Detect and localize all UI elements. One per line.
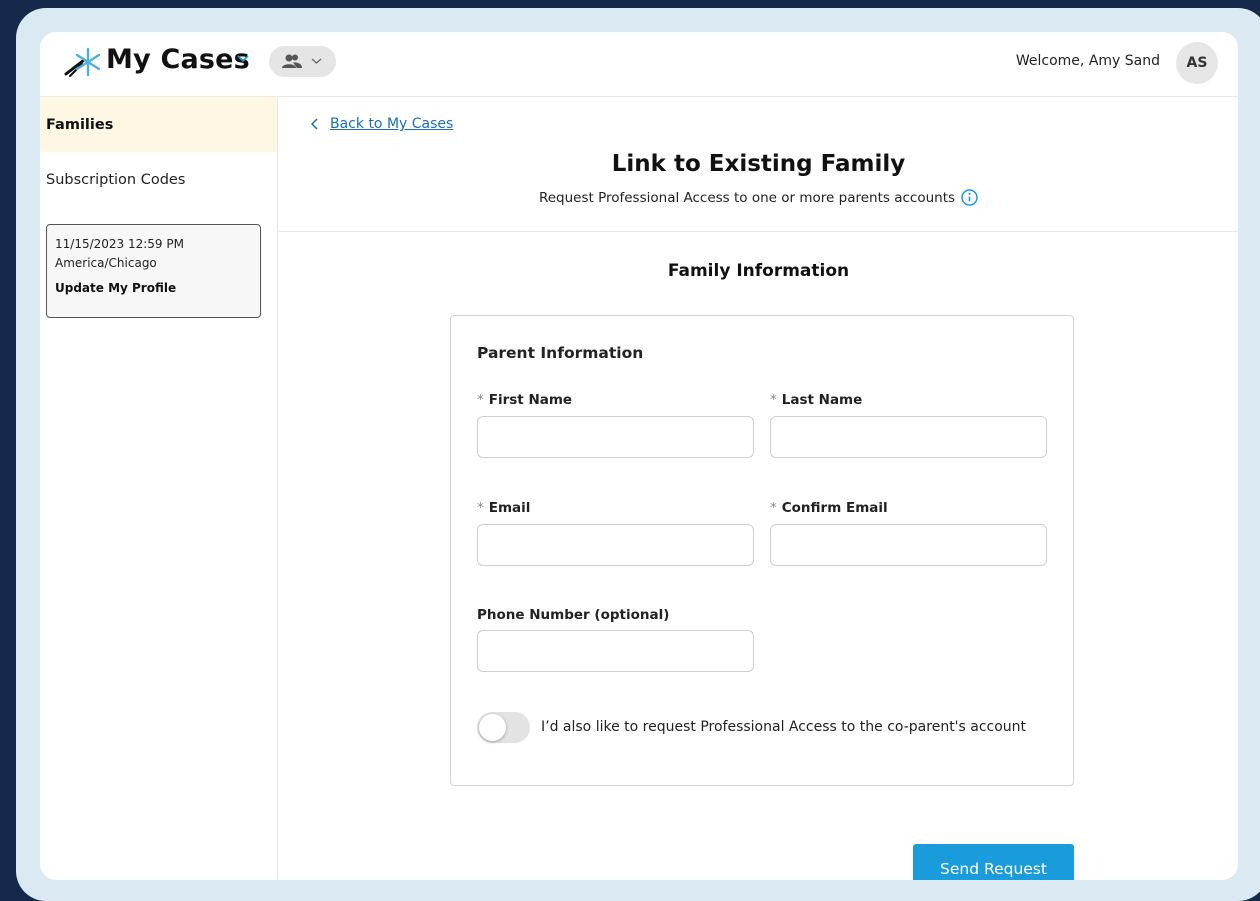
profile-timezone: America/Chicago [55, 256, 157, 270]
required-marker: * [477, 392, 484, 408]
app-title[interactable]: My Cases [106, 44, 250, 75]
app-window: My Cases Welcome, Amy Sand AS Families S… [40, 32, 1238, 880]
back-link-label[interactable]: Back to My Cases [330, 116, 453, 132]
sidebar-item-subscription-codes[interactable]: Subscription Codes [40, 152, 277, 207]
email-input[interactable] [477, 524, 754, 566]
people-icon [282, 54, 302, 68]
first-name-label: * First Name [477, 392, 572, 408]
last-name-label-text: Last Name [781, 392, 863, 408]
confirm-email-label: * Confirm Email [770, 500, 888, 516]
section-title: Family Information [667, 261, 850, 281]
required-marker: * [770, 500, 777, 516]
parent-info-card: Parent Information * First Name * Last Nam… [450, 315, 1074, 786]
main-content: Back to My Cases Link to Existing Family… [279, 97, 1238, 880]
card-title: Parent Information [477, 344, 644, 362]
avatar[interactable]: AS [1176, 42, 1218, 84]
phone-input[interactable] [477, 630, 754, 672]
top-header: My Cases Welcome, Amy Sand AS [40, 32, 1238, 97]
first-name-input[interactable] [477, 416, 754, 458]
logo-icon [64, 47, 100, 77]
email-label: * Email [477, 500, 530, 516]
case-switcher-dropdown[interactable] [269, 46, 336, 77]
required-marker: * [770, 392, 777, 408]
page-title: Link to Existing Family [611, 151, 906, 177]
required-marker: * [477, 500, 484, 516]
toggle-knob [479, 714, 506, 741]
coparent-toggle-label: I’d also like to request Professional Ac… [541, 719, 1027, 735]
chevron-left-icon [310, 118, 318, 130]
divider [279, 231, 1238, 232]
coparent-toggle[interactable] [477, 712, 530, 743]
back-link[interactable]: Back to My Cases [310, 116, 453, 132]
sidebar-item-families[interactable]: Families [40, 97, 277, 152]
sidebar: Families Subscription Codes 11/15/2023 1… [40, 97, 278, 880]
confirm-email-input[interactable] [770, 524, 1047, 566]
last-name-label: * Last Name [770, 392, 862, 408]
welcome-text: Welcome, Amy Sand [1015, 53, 1160, 69]
subtitle-text: Request Professional Access to one or mo… [538, 189, 956, 206]
page-subtitle: Request Professional Access to one or mo… [279, 189, 1238, 206]
update-profile-link[interactable]: Update My Profile [55, 281, 252, 295]
profile-datetime: 11/15/2023 12:59 PM [55, 237, 184, 251]
chevron-down-icon [311, 58, 322, 64]
info-icon[interactable] [961, 189, 978, 206]
confirm-email-label-text: Confirm Email [781, 500, 888, 516]
first-name-label-text: First Name [488, 392, 573, 408]
last-name-input[interactable] [770, 416, 1047, 458]
phone-label: Phone Number (optional) [477, 607, 670, 623]
profile-card: 11/15/2023 12:59 PM America/Chicago Upda… [46, 224, 261, 318]
send-request-button[interactable]: Send Request [913, 844, 1074, 880]
email-label-text: Email [488, 500, 531, 516]
chevron-down-icon[interactable] [237, 54, 249, 64]
